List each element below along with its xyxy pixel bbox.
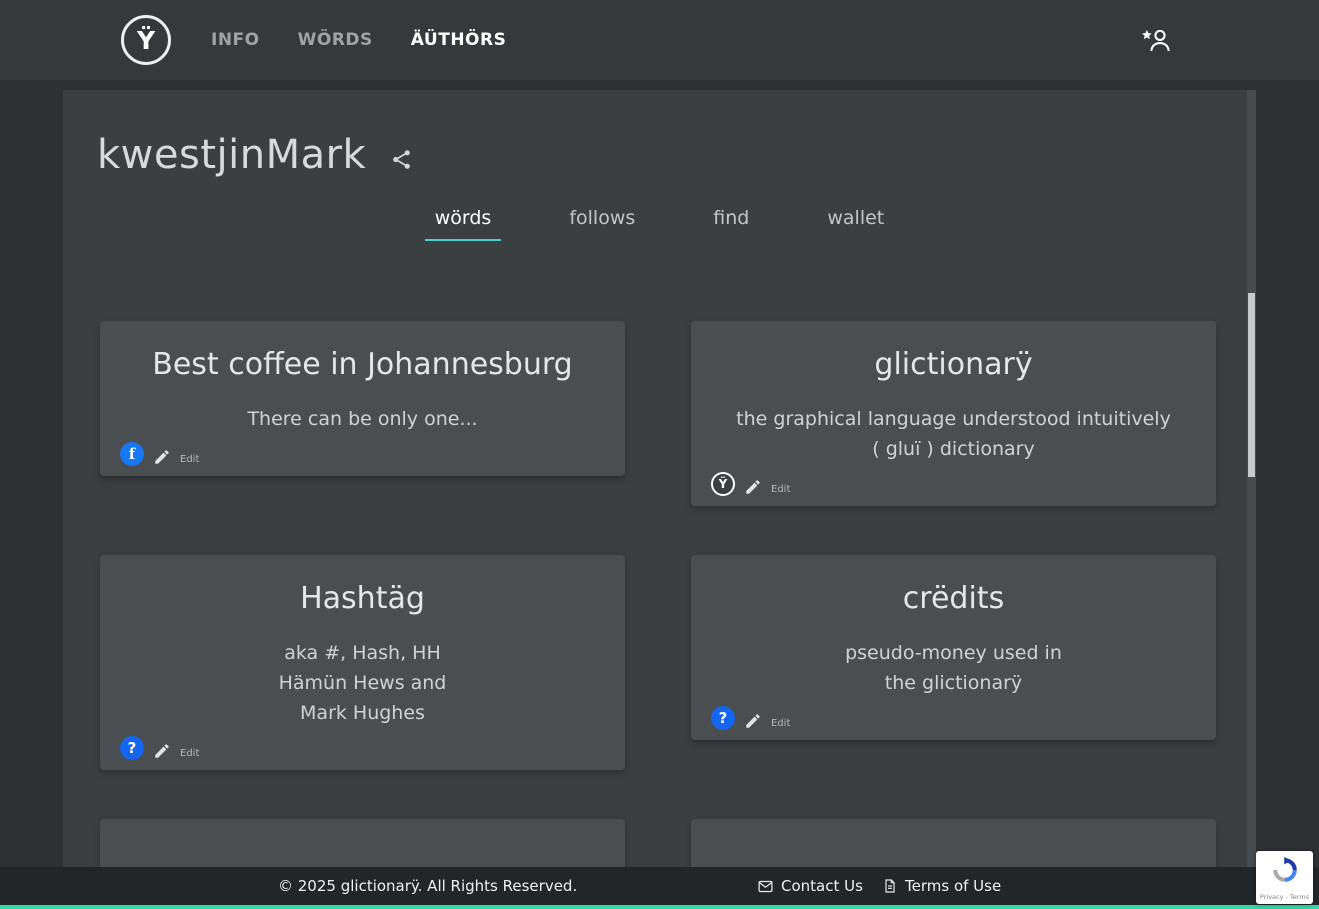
scrollbar-thumb[interactable] (1248, 293, 1255, 477)
contact-us-link[interactable]: Contact Us (757, 877, 863, 895)
word-definition-line: aka #, Hash, HH (120, 638, 605, 668)
word-card-hashtag[interactable]: Hashtäg aka #, Hash, HH Hämün Hews and M… (100, 555, 625, 770)
word-definition-line: the graphical language understood intuit… (711, 404, 1196, 434)
profile-header: kwestjinMark (63, 90, 1256, 179)
word-card-best-coffee[interactable]: Best coffee in Johannesburg There can be… (100, 321, 625, 476)
word-definition: the graphical language understood intuit… (711, 404, 1196, 464)
profile-tabs: wörds follows find wallet (63, 201, 1256, 241)
word-title: glictionarÿ (711, 347, 1196, 382)
terms-of-use-label: Terms of Use (905, 877, 1001, 895)
logo-glyph: Ÿ (137, 26, 155, 55)
recaptcha-icon (1272, 857, 1298, 887)
nav-links: INFO WÖRDS ÄÜTHÖRS (211, 30, 506, 50)
recaptcha-privacy-terms[interactable]: Privacy - Terms (1260, 893, 1309, 901)
word-definition: There can be only one... (120, 404, 605, 434)
edit-pencil-icon[interactable] (744, 478, 762, 496)
edit-label[interactable]: Edit (771, 718, 790, 730)
word-title: Best coffee in Johannesburg (120, 347, 605, 382)
card-edit-row: ? Edit (711, 698, 1196, 730)
nav-item-words[interactable]: WÖRDS (298, 30, 373, 50)
word-definition: aka #, Hash, HH Hämün Hews and Mark Hugh… (120, 638, 605, 728)
word-definition-line: There can be only one... (120, 404, 605, 434)
tab-wallet[interactable]: wallet (817, 201, 894, 241)
nav-item-authors[interactable]: ÄÜTHÖRS (411, 30, 507, 50)
word-definition-line: the glictionarÿ (711, 668, 1196, 698)
word-definition-line: ( gluï ) dictionary (711, 434, 1196, 464)
facebook-icon[interactable]: f (120, 442, 144, 466)
share-icon[interactable] (390, 148, 413, 171)
recaptcha-badge[interactable]: Privacy - Terms (1256, 851, 1313, 904)
card-edit-row: ? Edit (120, 728, 605, 760)
edit-label[interactable]: Edit (771, 484, 790, 496)
profile-panel: kwestjinMark wörds follows find wallet B… (63, 90, 1256, 909)
word-definition-line: pseudo-money used in (711, 638, 1196, 668)
word-card-credits[interactable]: crëdits pseudo-money used in the glictio… (691, 555, 1216, 740)
tab-words[interactable]: wörds (425, 201, 502, 241)
edit-label[interactable]: Edit (180, 454, 199, 466)
terms-of-use-link[interactable]: Terms of Use (882, 877, 1001, 895)
word-definition: pseudo-money used in the glictionarÿ (711, 638, 1196, 698)
document-icon (882, 878, 898, 894)
card-edit-row: f Edit (120, 434, 605, 466)
glictionary-logo-icon[interactable]: Ÿ (121, 15, 171, 65)
word-title: crëdits (711, 581, 1196, 616)
edit-pencil-icon[interactable] (153, 448, 171, 466)
edit-pencil-icon[interactable] (744, 712, 762, 730)
word-definition-line: Hämün Hews and (120, 668, 605, 698)
footer: © 2025 glictionarÿ. All Rights Reserved.… (0, 867, 1319, 909)
page-title: kwestjinMark (97, 132, 366, 179)
tab-find[interactable]: find (703, 201, 759, 241)
word-title: Hashtäg (120, 581, 605, 616)
tab-follows[interactable]: follows (559, 201, 645, 241)
star-person-icon[interactable] (1140, 26, 1172, 54)
glictionary-logo-icon[interactable]: Ÿ (711, 472, 735, 496)
contact-us-label: Contact Us (781, 877, 863, 895)
scrollbar-track[interactable] (1247, 90, 1256, 909)
word-definition-line: Mark Hughes (120, 698, 605, 728)
navbar: Ÿ INFO WÖRDS ÄÜTHÖRS (0, 0, 1319, 80)
question-icon[interactable]: ? (711, 706, 735, 730)
copyright-text: © 2025 glictionarÿ. All Rights Reserved. (278, 877, 577, 895)
card-edit-row: Ÿ Edit (711, 464, 1196, 496)
word-card-glictionary[interactable]: glictionarÿ the graphical language under… (691, 321, 1216, 506)
envelope-icon (757, 878, 774, 895)
question-icon[interactable]: ? (120, 736, 144, 760)
edit-pencil-icon[interactable] (153, 742, 171, 760)
edit-label[interactable]: Edit (180, 748, 199, 760)
nav-item-info[interactable]: INFO (211, 30, 260, 50)
word-cards-grid: Best coffee in Johannesburg There can be… (63, 321, 1256, 909)
